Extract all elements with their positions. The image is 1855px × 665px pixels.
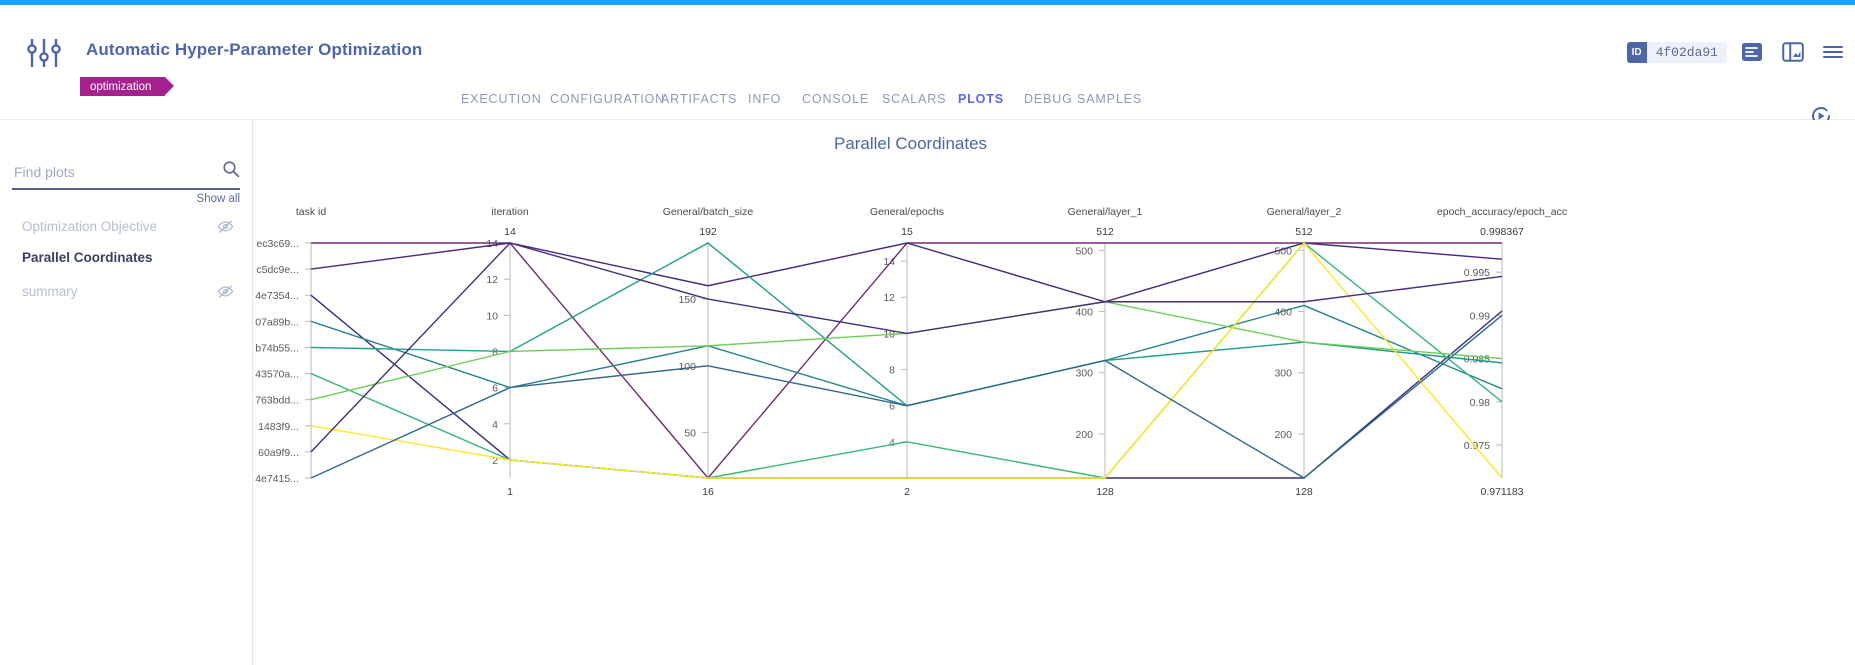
show-all-link[interactable]: Show all [197,193,240,205]
hamburger-menu-icon[interactable] [1822,41,1844,63]
axis-max-label: 0.998367 [1480,226,1524,238]
eye-off-icon[interactable] [217,218,234,235]
axis-min-label: 1 [507,486,513,498]
parallel-coordinates-chart[interactable]: task id ec3c69... c5dc9e... 4e7354... 07a89b… [253,120,1855,552]
axis-tick-label: 0.98 [1470,397,1491,409]
tab-artifacts[interactable]: ARTIFACTS [661,86,737,120]
sidebar-plot-item[interactable]: summary [0,277,252,305]
plot-panel: Parallel Coordinates task id ec3c69... c5d… [253,120,1855,553]
axis-title: General/batch_size [663,206,754,218]
axis-tick-label: 50 [684,428,696,440]
axis-tick-label: 0.99 [1470,310,1491,322]
axis-tick-label: 4 [492,419,498,431]
axis-tick-label: 500 [1075,245,1093,257]
tab-label: ARTIFACTS [661,92,738,106]
search-plots-field[interactable] [12,158,240,190]
axis-tick-label: 150 [678,294,696,306]
tab-bar: EXECUTION CONFIGURATION ARTIFACTS INFO CONSO… [0,86,1855,123]
search-input[interactable] [12,158,212,186]
page-title: Automatic Hyper-Parameter Optimization [86,40,423,59]
tab-scalars[interactable]: SCALARS [882,86,946,120]
sidebar-plot-item-label: summary [22,283,78,299]
axis-tick-label: 07a89b... [255,316,299,328]
tab-plots[interactable]: PLOTS [958,86,1004,123]
axis-tick-label: 300 [1274,368,1292,380]
axis-tick-label: 200 [1075,429,1093,441]
axis-tick-label: 0.995 [1464,267,1490,279]
tab-label: EXECUTION [461,92,542,106]
task-id-chip[interactable]: ID 4f02da91 [1626,42,1727,63]
axis-tick-label: 14 [883,256,895,268]
tab-label: CONSOLE [802,92,870,106]
search-icon[interactable] [222,160,240,178]
task-id-value: 4f02da91 [1655,45,1718,60]
tab-console[interactable]: CONSOLE [802,86,869,120]
tab-info[interactable]: INFO [748,86,781,120]
axis-tick-label: 300 [1075,368,1093,380]
tab-debug-samples[interactable]: DEBUG SAMPLES [1024,86,1142,120]
axis-max-label: 192 [699,226,717,238]
axis-title: General/layer_2 [1267,206,1342,218]
axis-tick-label: 4 [889,437,895,449]
axis-tick-label: 0.975 [1464,440,1490,452]
eye-off-icon[interactable] [217,283,234,300]
tab-label: SCALARS [882,92,947,106]
log-view-icon[interactable] [1741,41,1763,63]
axis-tick-label: 12 [486,274,498,286]
axis-title: task id [296,206,327,218]
axis-title: epoch_accuracy/epoch_acc [1437,206,1567,218]
axis-min-label: 128 [1295,486,1313,498]
axis-tick-label: 12 [883,292,895,304]
axis-title: iteration [491,206,529,218]
axis-max-label: 14 [504,226,516,238]
axis-title: General/epochs [870,206,944,218]
plot-panel-footer [253,552,1855,665]
axis-title: General/layer_1 [1068,206,1143,218]
tab-execution[interactable]: EXECUTION [461,86,542,120]
axis-min-label: 128 [1096,486,1114,498]
axis-tick-label: 4e7415... [255,473,299,485]
axis-tick-label: 400 [1075,307,1093,319]
sidebar-plot-item-label: Parallel Coordinates [22,249,153,265]
axis-tick-label: 1483f9... [258,421,299,433]
axis-tick-label: 4e7354... [255,290,299,302]
sidebar-plot-item-label: Optimization Objective [22,218,158,234]
tab-label: DEBUG SAMPLES [1024,92,1143,106]
axis-tick-label: 200 [1274,429,1292,441]
task-id-key: ID [1626,42,1647,63]
axis-min-label: 0.971183 [1480,486,1523,498]
axis-max-label: 15 [901,226,913,238]
axis-tick-label: 8 [492,346,498,358]
axis-tick-label: 14 [486,238,498,250]
sidebar-plot-item[interactable]: Parallel Coordinates [0,243,252,271]
axis-tick-label: 8 [889,365,895,377]
axis-tick-label: 60a9f9... [258,447,299,459]
axis-tick-label: 10 [486,310,498,322]
axis-max-label: 512 [1295,226,1313,238]
compare-panel-icon[interactable] [1782,41,1804,63]
axis-tick-label: b74b55... [255,342,299,354]
axis-tick-label: c5dc9e... [256,264,299,276]
axis-tick-label: 43570a... [255,369,299,381]
sliders-icon [27,39,61,67]
axis-tick-label: 763bdd... [255,395,299,407]
tab-label: CONFIGURATION [550,92,665,106]
axis-min-label: 2 [904,486,910,498]
axis-min-label: 16 [702,486,714,498]
tab-label: INFO [748,92,782,106]
tab-configuration[interactable]: CONFIGURATION [550,86,665,120]
sidebar-plot-item[interactable]: Optimization Objective [0,212,252,240]
tab-label: PLOTS [958,92,1004,106]
axis-max-label: 512 [1096,226,1114,238]
axis-tick-label: ec3c69... [256,238,299,250]
plots-sidebar: Show all Optimization Objective Parallel … [0,120,253,665]
